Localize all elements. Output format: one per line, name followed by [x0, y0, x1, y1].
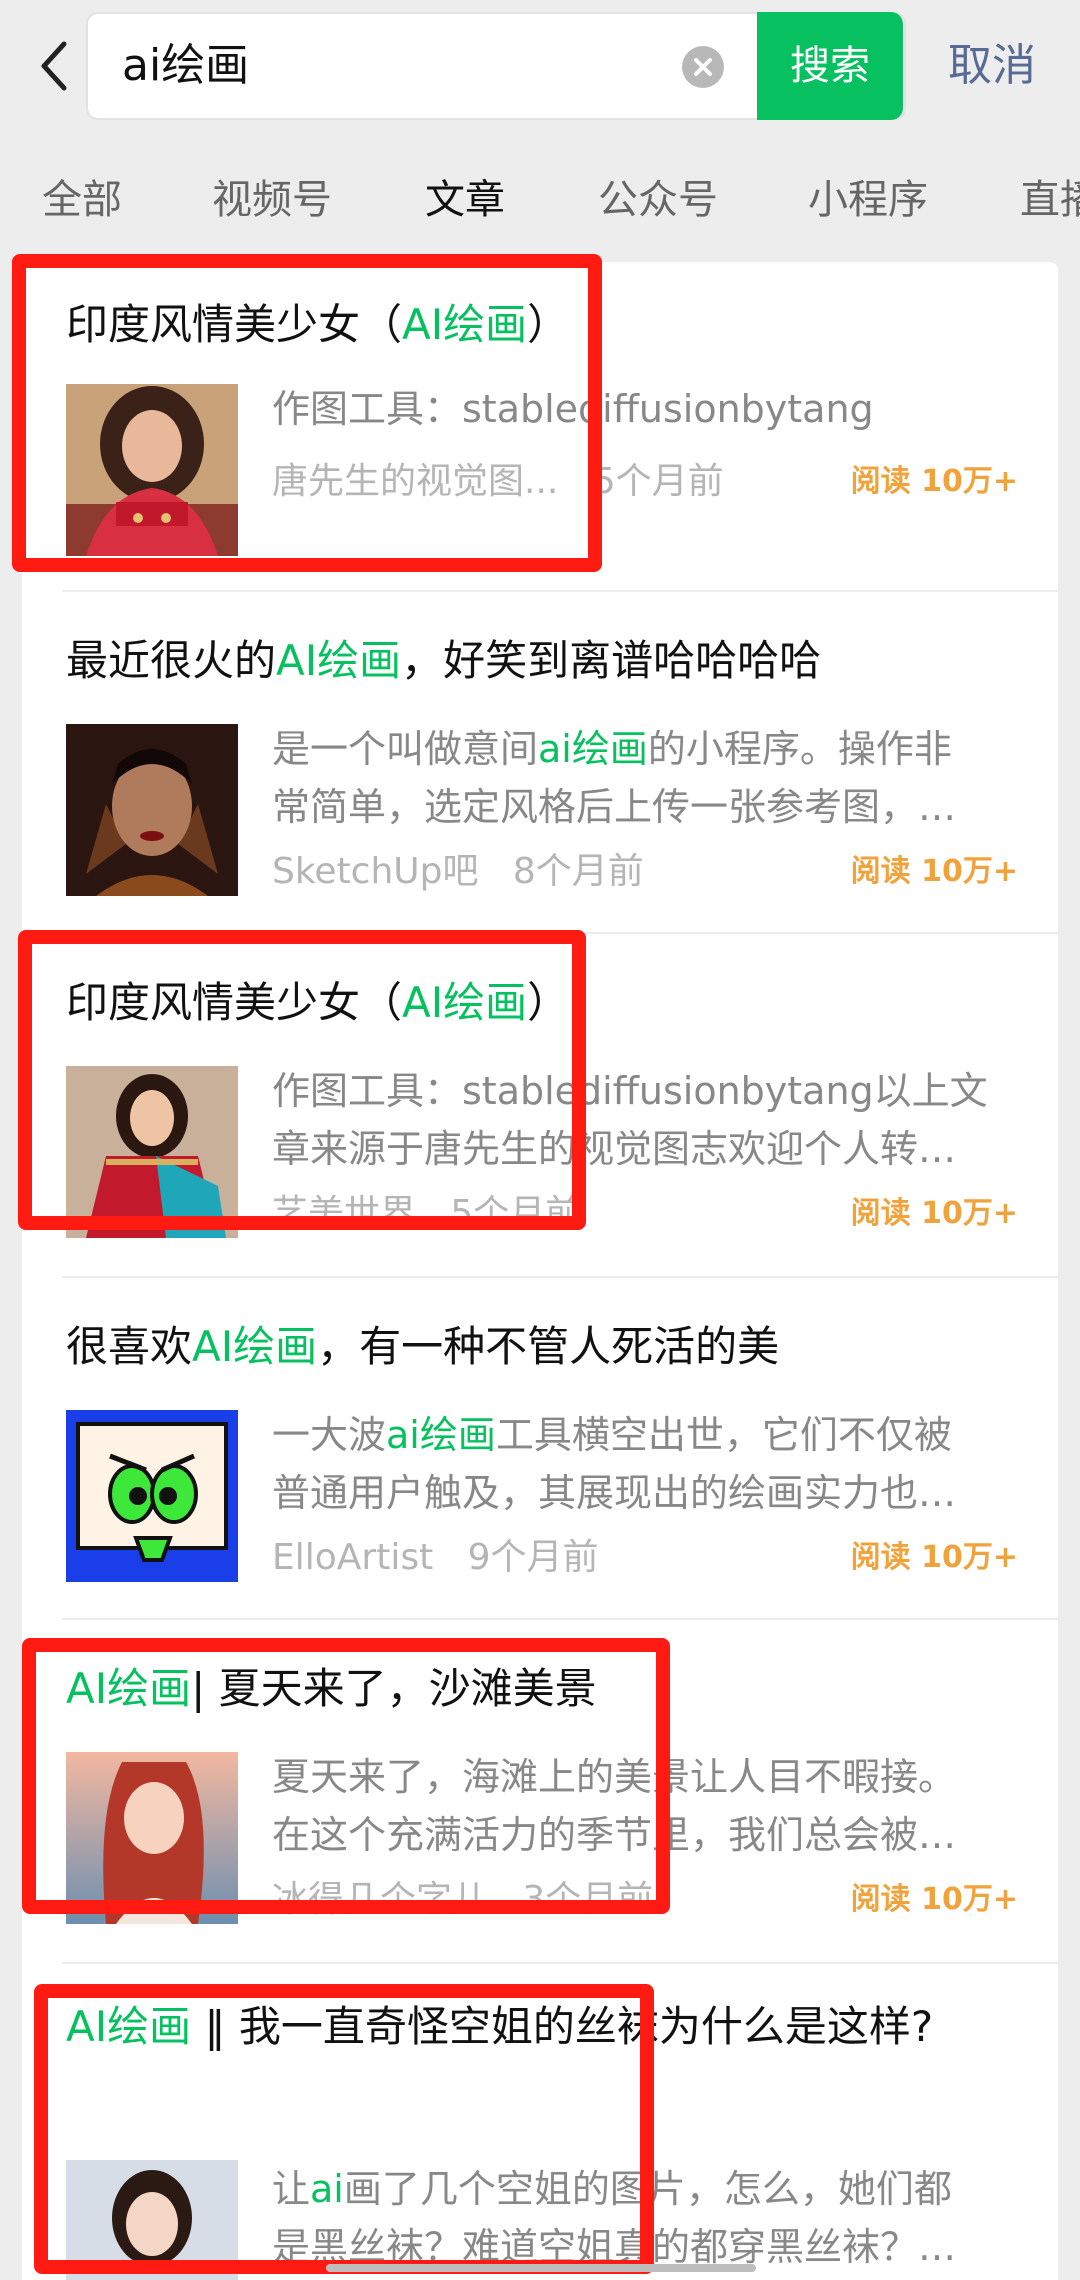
title-highlight: AI绘画: [192, 1322, 318, 1371]
tab-video[interactable]: 视频号: [212, 160, 332, 240]
tab-articles[interactable]: 文章: [425, 160, 505, 240]
annotation-box: [22, 1638, 670, 1914]
annotation-box: [18, 930, 586, 1230]
read-count: 阅读 10万+: [850, 464, 1018, 499]
list-item[interactable]: 最近很火的AI绘画，好笑到离谱哈哈哈哈 是一个叫做意间ai绘画的小程序。操作非 …: [22, 592, 1058, 934]
item-author: SketchUp吧: [272, 851, 479, 892]
annotation-box: [12, 254, 602, 572]
thumbnail-image: [66, 724, 238, 896]
list-item[interactable]: 很喜欢AI绘画，有一种不管人死活的美 一大波ai绘画工具横空出世，它们不仅被 普…: [22, 1278, 1058, 1620]
title-text: ，好笑到离谱哈哈哈哈: [401, 636, 822, 685]
cancel-button[interactable]: 取消: [948, 12, 1036, 120]
item-title: 最近很火的AI绘画，好笑到离谱哈哈哈哈: [66, 628, 1026, 694]
clear-icon[interactable]: [682, 46, 724, 88]
title-text: 最近很火的: [66, 636, 277, 685]
item-author: ElloArtist: [272, 1537, 434, 1578]
title-text: ，有一种不管人死活的美: [317, 1322, 780, 1371]
tab-all[interactable]: 全部: [42, 160, 122, 240]
search-button[interactable]: 搜索: [757, 12, 903, 120]
search-bar: ai绘画 搜索 取消: [0, 0, 1080, 132]
snippet-line: 一大波ai绘画工具横空出世，它们不仅被: [272, 1413, 952, 1457]
title-highlight: AI绘画: [276, 636, 402, 685]
home-indicator[interactable]: [326, 2264, 756, 2272]
item-time: 5个月前: [592, 461, 724, 502]
annotation-box: [34, 1984, 654, 2274]
read-count: 阅读 10万+: [850, 1882, 1018, 1917]
read-count: 阅读 10万+: [850, 1196, 1018, 1231]
category-tabs: 全部 视频号 文章 公众号 小程序 直播: [0, 160, 1080, 240]
item-time: 9个月前: [467, 1537, 599, 1578]
snippet-line: 是一个叫做意间ai绘画的小程序。操作非: [272, 727, 952, 771]
tab-official-accounts[interactable]: 公众号: [598, 160, 718, 240]
tab-mini-programs[interactable]: 小程序: [808, 160, 928, 240]
title-text: 很喜欢: [66, 1322, 193, 1371]
read-count: 阅读 10万+: [850, 854, 1018, 889]
search-query-text: ai绘画: [122, 40, 250, 91]
read-count: 阅读 10万+: [850, 1540, 1018, 1575]
item-title: 很喜欢AI绘画，有一种不管人死活的美: [66, 1314, 1026, 1380]
tab-live[interactable]: 直播: [1020, 160, 1080, 240]
item-snippet: 一大波ai绘画工具横空出世，它们不仅被 普通用户触及，其展现出的绘画实力也…: [272, 1406, 1032, 1522]
item-snippet: 是一个叫做意间ai绘画的小程序。操作非 常简单，选定风格后上传一张参考图，…: [272, 720, 1032, 836]
item-time: 8个月前: [512, 851, 644, 892]
search-results-page: ai绘画 搜索 取消 全部 视频号 文章 公众号 小程序 直播 印度风情美少女（…: [0, 0, 1080, 2280]
back-arrow-icon[interactable]: [30, 36, 80, 96]
thumbnail-image: [66, 1410, 238, 1582]
